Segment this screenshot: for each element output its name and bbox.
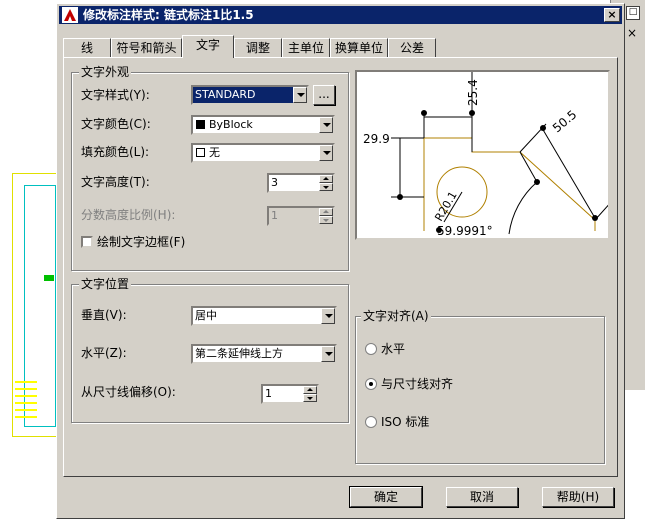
color-swatch bbox=[196, 120, 205, 129]
text-color-combo[interactable]: ByBlock bbox=[191, 115, 335, 135]
text-style-browse-button[interactable]: ... bbox=[313, 85, 335, 105]
spinner-buttons[interactable] bbox=[303, 386, 317, 402]
align-iso-radio[interactable] bbox=[365, 416, 377, 428]
chevron-down-icon[interactable] bbox=[293, 87, 307, 103]
autocad-app-icon bbox=[62, 7, 78, 23]
tab-tolerances[interactable]: 公差 bbox=[388, 38, 436, 57]
offset-value: 1 bbox=[265, 387, 272, 400]
horizontal-value: 第二条延伸线上方 bbox=[195, 347, 283, 360]
spin-down-icon[interactable] bbox=[303, 394, 317, 402]
text-color-value: ByBlock bbox=[209, 118, 253, 131]
text-frame-checkbox[interactable] bbox=[81, 236, 93, 248]
chevron-down-icon[interactable] bbox=[321, 346, 335, 362]
chevron-down-icon[interactable] bbox=[319, 117, 333, 133]
fraction-height-label: 分数高度比例(H): bbox=[81, 208, 176, 222]
text-height-label: 文字高度(T): bbox=[81, 175, 150, 189]
align-with-dimension-line-radio[interactable] bbox=[365, 378, 377, 390]
dimension-style-dialog: 修改标注样式: 链式标注1比1.5 × 线 符号和箭头 文字 调整 主单位 换算… bbox=[56, 3, 625, 519]
preview-dim-top: 25.4 bbox=[466, 79, 480, 106]
color-swatch bbox=[196, 148, 205, 157]
offset-spinner[interactable]: 1 bbox=[261, 384, 319, 404]
chevron-down-icon[interactable] bbox=[319, 145, 333, 161]
tab-primary-units[interactable]: 主单位 bbox=[282, 38, 330, 57]
preview-dim-left: 29.9 bbox=[363, 132, 390, 146]
preview-dim-right: 50.5 bbox=[550, 107, 579, 135]
horizontal-label: 水平(Z): bbox=[81, 346, 127, 360]
preview-dim-radius: R20.1 bbox=[432, 189, 459, 223]
tab-symbols-arrows[interactable]: 符号和箭头 bbox=[111, 38, 182, 57]
fill-color-combo[interactable]: 无 bbox=[191, 143, 335, 163]
text-frame-label: 绘制文字边框(F) bbox=[97, 235, 186, 249]
title-bar[interactable]: 修改标注样式: 链式标注1比1.5 × bbox=[59, 6, 622, 24]
ok-button[interactable]: 确定 bbox=[349, 486, 423, 508]
dimension-preview: 29.9 25.4 50.5 R20.1 59.9991° bbox=[355, 70, 621, 240]
text-style-value: STANDARD bbox=[195, 88, 256, 101]
vertical-combo[interactable]: 居中 bbox=[191, 306, 337, 326]
background-restore-icon[interactable]: □ bbox=[626, 6, 640, 20]
chevron-down-icon[interactable] bbox=[321, 308, 335, 324]
spin-down-icon[interactable] bbox=[319, 216, 333, 224]
text-placement-title: 文字位置 bbox=[79, 277, 132, 291]
fill-color-value: 无 bbox=[209, 146, 220, 159]
text-style-label: 文字样式(Y): bbox=[81, 88, 150, 102]
tab-text[interactable]: 文字 bbox=[182, 35, 234, 58]
text-height-spinner[interactable]: 3 bbox=[267, 173, 335, 193]
align-horizontal-radio[interactable] bbox=[365, 343, 377, 355]
cad-hatch bbox=[15, 416, 37, 418]
text-appearance-title: 文字外观 bbox=[79, 65, 132, 79]
spin-up-icon[interactable] bbox=[319, 175, 333, 183]
offset-label: 从尺寸线偏移(O): bbox=[81, 385, 176, 399]
horizontal-combo[interactable]: 第二条延伸线上方 bbox=[191, 344, 337, 364]
spin-down-icon[interactable] bbox=[319, 183, 333, 191]
align-with-dimension-line-label: 与尺寸线对齐 bbox=[381, 377, 454, 391]
cad-hatch bbox=[15, 402, 37, 404]
background-close-icon[interactable]: × bbox=[626, 26, 638, 40]
preview-drawing: 29.9 25.4 50.5 R20.1 59.9991° bbox=[363, 72, 621, 238]
text-style-combo[interactable]: STANDARD bbox=[191, 85, 309, 105]
spinner-buttons[interactable] bbox=[319, 208, 333, 224]
tab-fit[interactable]: 调整 bbox=[234, 38, 282, 57]
cad-green-mark bbox=[44, 275, 54, 281]
fraction-height-spinner[interactable]: 1 bbox=[267, 206, 335, 226]
tab-lines[interactable]: 线 bbox=[63, 38, 111, 57]
text-alignment-title: 文字对齐(A) bbox=[361, 309, 431, 323]
cad-hatch bbox=[15, 409, 37, 411]
cad-hatch bbox=[15, 395, 37, 397]
preview-dim-angle: 59.9991° bbox=[437, 224, 493, 238]
fraction-height-value: 1 bbox=[271, 209, 278, 222]
cancel-button[interactable]: 取消 bbox=[446, 487, 518, 507]
text-color-label: 文字颜色(C): bbox=[81, 117, 151, 131]
align-iso-label: ISO 标准 bbox=[381, 415, 430, 429]
help-button[interactable]: 帮助(H) bbox=[542, 487, 614, 507]
spin-up-icon[interactable] bbox=[319, 208, 333, 216]
tab-alternate-units[interactable]: 换算单位 bbox=[330, 38, 388, 57]
spin-up-icon[interactable] bbox=[303, 386, 317, 394]
close-button[interactable]: × bbox=[604, 8, 620, 22]
vertical-value: 居中 bbox=[195, 309, 217, 322]
cad-drawing-border bbox=[24, 185, 56, 427]
vertical-label: 垂直(V): bbox=[81, 308, 127, 322]
fill-color-label: 填充颜色(L): bbox=[81, 145, 150, 159]
spinner-buttons[interactable] bbox=[319, 175, 333, 191]
cad-hatch bbox=[15, 381, 37, 383]
cad-hatch bbox=[15, 388, 37, 390]
align-horizontal-label: 水平 bbox=[381, 342, 406, 356]
text-height-value: 3 bbox=[271, 176, 278, 189]
dialog-title: 修改标注样式: 链式标注1比1.5 bbox=[83, 8, 254, 22]
